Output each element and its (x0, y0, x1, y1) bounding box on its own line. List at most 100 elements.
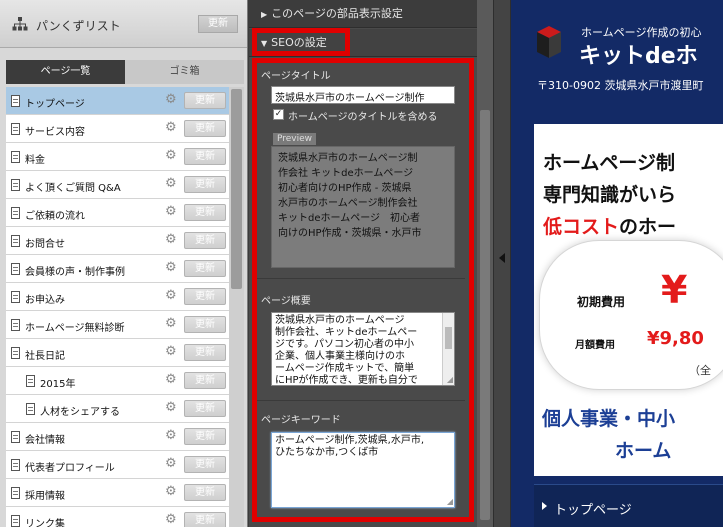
nav-item-top-page[interactable]: トップページ (554, 499, 632, 518)
page-list-item-label: ご依頼の流れ (25, 211, 85, 222)
resize-grip-icon[interactable]: ◢ (447, 376, 453, 384)
page-icon (11, 347, 20, 359)
page-list-item[interactable]: お問合せ ⚙ 更新 (6, 227, 229, 255)
preview-line: キットdeホームページ 初心者 (278, 213, 420, 224)
sitemap-update-button[interactable]: 更新 (198, 15, 238, 33)
page-list-item-label: 代表者プロフィール (25, 463, 115, 474)
scrollbar-thumb[interactable] (231, 89, 242, 289)
hero-headline-3-rest: のホー (619, 216, 677, 238)
page-list-scrollbar[interactable] (229, 87, 244, 527)
page-icon (11, 459, 20, 471)
page-list-item-label: よく頂くご質問 Q&A (25, 183, 121, 194)
page-list-item[interactable]: 採用情報 ⚙ 更新 (6, 479, 229, 507)
page-update-button[interactable]: 更新 (184, 148, 226, 165)
page-list-item[interactable]: 会員様の声・制作事例 ⚙ 更新 (6, 255, 229, 283)
nav-arrow-icon (542, 502, 547, 510)
page-list-item[interactable]: ご依頼の流れ ⚙ 更新 (6, 199, 229, 227)
page-title-label: ページタイトル (261, 71, 331, 82)
page-list-item-label: 2015年 (40, 379, 76, 390)
page-update-button[interactable]: 更新 (184, 260, 226, 277)
sitemap-panel: パンくずリスト 更新 ページ一覧 ゴミ箱 トップページ ⚙ 更新 サービス内容 ⚙ 更新料… (0, 0, 248, 527)
textarea-scrollbar-thumb[interactable] (445, 327, 452, 349)
page-icon (11, 431, 20, 443)
include-site-title-label: ホームページのタイトルを含める (288, 112, 438, 123)
properties-scrollbar[interactable] (477, 0, 493, 527)
page-update-button[interactable]: 更新 (184, 484, 226, 501)
page-list-item[interactable]: リンク集 ⚙ 更新 (6, 507, 229, 527)
page-list-item[interactable]: よく頂くご質問 Q&A ⚙ 更新 (6, 171, 229, 199)
page-list-item-label: ホームページ無料診断 (25, 323, 125, 334)
description-line: ジです。パソコン初心者の中小 (275, 339, 414, 350)
page-update-button[interactable]: 更新 (184, 512, 226, 527)
sitemap-tabs: ページ一覧 ゴミ箱 (6, 60, 244, 84)
gear-icon[interactable]: ⚙ (165, 401, 177, 415)
gear-icon[interactable]: ⚙ (165, 457, 177, 471)
page-list-item[interactable]: お申込み ⚙ 更新 (6, 283, 229, 311)
page-update-button[interactable]: 更新 (184, 92, 226, 109)
page-icon (11, 207, 20, 219)
page-update-button[interactable]: 更新 (184, 428, 226, 445)
page-list-item[interactable]: 会社情報 ⚙ 更新 (6, 423, 229, 451)
site-preview: ホームページ作成の初心 キットdeホ 〒310-0902 茨城県水戸市渡里町 ホ… (511, 0, 723, 527)
properties-scrollbar-thumb[interactable] (480, 110, 490, 520)
page-list-item[interactable]: 2015年 ⚙ 更新 (6, 367, 229, 395)
gear-icon[interactable]: ⚙ (165, 485, 177, 499)
page-list-item[interactable]: 料金 ⚙ 更新 (6, 143, 229, 171)
resize-grip-icon[interactable]: ◢ (447, 498, 453, 506)
parts-display-header[interactable]: ▶ このページの部品表示設定 (249, 0, 477, 28)
gear-icon[interactable]: ⚙ (165, 513, 177, 527)
gear-icon[interactable]: ⚙ (165, 121, 177, 135)
gear-icon[interactable]: ⚙ (165, 373, 177, 387)
preview-line: 作会社 キットdeホームページ (278, 168, 414, 179)
page-list-item-label: 採用情報 (25, 491, 65, 502)
page-update-button[interactable]: 更新 (184, 316, 226, 333)
gear-icon[interactable]: ⚙ (165, 205, 177, 219)
page-icon (11, 151, 20, 163)
page-list-item[interactable]: 代表者プロフィール ⚙ 更新 (6, 451, 229, 479)
page-title-input[interactable]: 茨城県水戸市のホームページ制作 (271, 86, 455, 104)
hero-headline-1: ホームページ制 (543, 152, 676, 174)
include-site-title-checkbox[interactable]: ✓ (273, 109, 284, 120)
tab-trash[interactable]: ゴミ箱 (125, 60, 244, 84)
page-list-item-label: お申込み (25, 295, 65, 306)
page-keywords-textarea[interactable]: ホームページ制作,茨城県,水戸市, ひたちなか市,つくば市 ◢ (271, 432, 455, 508)
page-update-button[interactable]: 更新 (184, 232, 226, 249)
gear-icon[interactable]: ⚙ (165, 345, 177, 359)
page-title-preview: 茨城県水戸市のホームページ制 作会社 キットdeホームページ 初心者向けのHP作成 … (271, 146, 455, 268)
gear-icon[interactable]: ⚙ (165, 177, 177, 191)
page-update-button[interactable]: 更新 (184, 176, 226, 193)
page-list-item[interactable]: ホームページ無料診断 ⚙ 更新 (6, 311, 229, 339)
page-keywords-label: ページキーワード (261, 415, 341, 426)
page-list-item[interactable]: 社長日記 ⚙ 更新 (6, 339, 229, 367)
page-list-item-label: 会社情報 (25, 435, 65, 446)
page-update-button[interactable]: 更新 (184, 344, 226, 361)
page-update-button[interactable]: 更新 (184, 456, 226, 473)
page-list-item-label: トップページ (25, 99, 85, 110)
preview-line: 茨城県水戸市のホームページ制 (278, 153, 418, 164)
page-description-textarea[interactable]: 茨城県水戸市のホームページ 制作会社、キットdeホームペー ジです。パソコン初心者の… (271, 312, 455, 386)
gear-icon[interactable]: ⚙ (165, 233, 177, 247)
tab-page-list[interactable]: ページ一覧 (6, 60, 125, 84)
description-line: 茨城県水戸市のホームページ (275, 315, 405, 326)
gear-icon[interactable]: ⚙ (165, 261, 177, 275)
gear-icon[interactable]: ⚙ (165, 429, 177, 443)
hero-band-1: 個人事業・中小 (542, 408, 676, 430)
panel-splitter[interactable] (493, 0, 511, 527)
hero-headline-3: 低コストのホー (543, 212, 676, 239)
gear-icon[interactable]: ⚙ (165, 317, 177, 331)
gear-icon[interactable]: ⚙ (165, 93, 177, 107)
page-icon (26, 403, 35, 415)
page-icon (11, 319, 20, 331)
page-update-button[interactable]: 更新 (184, 372, 226, 389)
page-list-item[interactable]: サービス内容 ⚙ 更新 (6, 115, 229, 143)
gear-icon[interactable]: ⚙ (165, 149, 177, 163)
collapse-arrow-icon[interactable] (499, 253, 505, 263)
initial-cost-price: ¥ (661, 268, 688, 312)
page-list-item[interactable]: トップページ ⚙ 更新 (6, 87, 229, 115)
gear-icon[interactable]: ⚙ (165, 289, 177, 303)
page-update-button[interactable]: 更新 (184, 120, 226, 137)
page-update-button[interactable]: 更新 (184, 204, 226, 221)
page-update-button[interactable]: 更新 (184, 400, 226, 417)
page-update-button[interactable]: 更新 (184, 288, 226, 305)
page-list-item[interactable]: 人材をシェアする ⚙ 更新 (6, 395, 229, 423)
